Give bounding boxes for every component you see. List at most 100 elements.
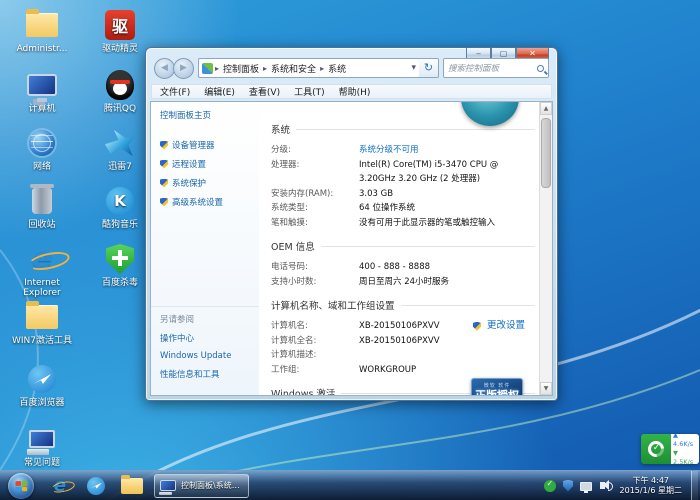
- genuine-windows-badge: 微软 软件 正版授权 安全 放心 可靠: [471, 378, 523, 395]
- refresh-button[interactable]: ↻: [419, 58, 439, 78]
- menu-help[interactable]: 帮助(H): [339, 85, 371, 98]
- desktop-icon-network[interactable]: 网络: [8, 126, 76, 172]
- info-row: 计算机描述:: [271, 348, 535, 363]
- sidebar-item-action-center[interactable]: 操作中心: [160, 332, 259, 344]
- desktop-icon-kugou[interactable]: K 酷狗音乐: [86, 184, 154, 230]
- desktop-icon-win7-activator[interactable]: WIN7激活工具: [8, 300, 76, 346]
- menu-tools[interactable]: 工具(T): [294, 85, 325, 98]
- sidebar-item-control-panel-home[interactable]: 控制面板主页: [160, 109, 259, 121]
- uac-shield-icon: [160, 160, 168, 169]
- forward-button[interactable]: ▶: [173, 58, 194, 79]
- taskbar-explorer-button[interactable]: [117, 473, 147, 499]
- desktop-icon-qq[interactable]: 腾讯QQ: [86, 68, 154, 114]
- sidebar-item-system-protection[interactable]: 系统保护: [160, 177, 259, 189]
- start-button[interactable]: [8, 473, 34, 499]
- folder-icon: [25, 300, 59, 334]
- show-desktop-button[interactable]: [691, 471, 698, 500]
- windows-flag-icon: [15, 480, 27, 491]
- rating-link[interactable]: 系统分级不可用: [359, 143, 419, 158]
- search-icon: [537, 65, 544, 72]
- search-placeholder: 搜索控制面板: [448, 62, 499, 74]
- info-row: 计算机全名:XB-20150106PXVV: [271, 334, 535, 349]
- taskbar-ie-button[interactable]: e: [45, 473, 75, 499]
- antivirus-shield-icon: [103, 242, 137, 276]
- section-title: 系统: [271, 122, 290, 136]
- desktop-icon-xunlei[interactable]: 迅雷7: [86, 126, 154, 172]
- search-input[interactable]: 搜索控制面板: [443, 58, 549, 78]
- desktop-icon-administrator[interactable]: Administr...: [8, 8, 76, 54]
- section-oem: OEM 信息 电话号码:400 - 888 - 8888 支持小时数:周日至周六…: [271, 239, 535, 289]
- upload-speed: 4.6K/s: [673, 440, 693, 448]
- info-row: 电话号码:400 - 888 - 8888: [271, 260, 535, 275]
- desktop-icon-baidu-browser[interactable]: 百度浏览器: [8, 362, 76, 408]
- clock-date: 2015/1/6 星期二: [620, 486, 682, 496]
- breadcrumb-system-security[interactable]: 系统和安全: [269, 62, 318, 75]
- uac-shield-icon: [160, 179, 168, 188]
- sidebar: 控制面板主页 设备管理器 远程设置 系统保护 高级系统设置 另请参阅 操作中心 …: [151, 102, 259, 395]
- taskbar-active-window-button[interactable]: 控制面板\系统和...: [154, 474, 249, 498]
- menu-view[interactable]: 查看(V): [249, 85, 280, 98]
- taskbar-clock[interactable]: 下午 4:47 2015/1/6 星期二: [616, 476, 686, 496]
- info-row: 处理器:Intel(R) Core(TM) i5-3470 CPU @ 3.20…: [271, 158, 535, 187]
- window-client-area: 控制面板主页 设备管理器 远程设置 系统保护 高级系统设置 另请参阅 操作中心 …: [150, 101, 553, 396]
- menu-file[interactable]: 文件(F): [160, 85, 190, 98]
- computer-icon: [25, 68, 59, 102]
- desktop-icon-baidu-antivirus[interactable]: 百度杀毒: [86, 242, 154, 288]
- desktop-icon-computer[interactable]: 计算机: [8, 68, 76, 114]
- tray-security-icon[interactable]: [544, 479, 557, 492]
- desktop-icon-internet-explorer[interactable]: e Internet Explorer: [8, 242, 76, 298]
- info-row: 系统类型:64 位操作系统: [271, 201, 535, 216]
- tray-volume-icon[interactable]: [598, 479, 611, 492]
- control-panel-icon: [202, 63, 213, 74]
- scroll-down-icon[interactable]: ▼: [540, 382, 552, 395]
- desktop-icon-recycle-bin[interactable]: 回收站: [8, 184, 76, 230]
- clock-time: 下午 4:47: [620, 476, 682, 486]
- section-title: OEM 信息: [271, 239, 315, 253]
- menu-edit[interactable]: 编辑(E): [204, 85, 235, 98]
- desktop-icon-driver-genius[interactable]: 驱 驱动精灵: [86, 8, 154, 54]
- breadcrumb-control-panel[interactable]: 控制面板: [221, 62, 261, 75]
- info-row: 分级:系统分级不可用: [271, 143, 535, 158]
- system-window: ‒ ▢ ✕ ◀ ▶ ▸ 控制面板 ▸ 系统和安全 ▸ 系统 ▾ ↻ 搜索控制面板…: [145, 47, 558, 401]
- info-row: 计算机名: XB-20150106PXVV 更改设置: [271, 319, 535, 334]
- browser-icon: [25, 362, 59, 396]
- download-speed: 2.5K/s: [673, 458, 693, 464]
- qq-penguin-icon: [103, 68, 137, 102]
- sidebar-item-advanced-settings[interactable]: 高级系统设置: [160, 196, 259, 208]
- system-tray: 下午 4:47 2015/1/6 星期二: [544, 471, 700, 500]
- tray-network-icon[interactable]: [580, 479, 593, 492]
- scroll-up-icon[interactable]: ▲: [540, 102, 552, 115]
- address-bar[interactable]: ▸ 控制面板 ▸ 系统和安全 ▸ 系统 ▾: [198, 58, 420, 78]
- faq-computer-icon: [25, 422, 59, 456]
- vertical-scrollbar[interactable]: ▲ ▼: [539, 102, 552, 395]
- icon-label: Administr...: [8, 44, 76, 54]
- ie-icon: e: [54, 477, 66, 495]
- section-activation: Windows 激活 Windows 已激活 产品 ID: 00426-OEM-…: [271, 386, 535, 395]
- scrollbar-thumb[interactable]: [541, 118, 551, 188]
- uac-shield-icon: [473, 322, 481, 331]
- info-row: 安装内存(RAM):3.03 GB: [271, 187, 535, 202]
- back-button[interactable]: ◀: [154, 58, 175, 79]
- sidebar-item-windows-update[interactable]: Windows Update: [160, 351, 259, 361]
- menu-bar: 文件(F) 编辑(E) 查看(V) 工具(T) 帮助(H): [151, 84, 552, 99]
- change-settings-link[interactable]: 更改设置: [473, 319, 525, 334]
- address-dropdown-icon[interactable]: ▾: [411, 63, 416, 73]
- system-content: 系统 分级:系统分级不可用 处理器:Intel(R) Core(TM) i5-3…: [259, 102, 539, 395]
- kugou-icon: K: [103, 184, 137, 218]
- desktop-icon-faq[interactable]: 常见问题: [8, 422, 76, 468]
- info-row: 工作组:WORKGROUP: [271, 363, 535, 378]
- sidebar-item-device-manager[interactable]: 设备管理器: [160, 139, 259, 151]
- net-speed-widget[interactable]: ▲ 4.6K/s ▼ 2.5K/s: [641, 434, 699, 464]
- user-folder-icon: [25, 8, 59, 42]
- uac-shield-icon: [160, 141, 168, 150]
- navigation-bar: ◀ ▶ ▸ 控制面板 ▸ 系统和安全 ▸ 系统 ▾ ↻ 搜索控制面板: [150, 54, 553, 82]
- breadcrumb-system[interactable]: 系统: [326, 62, 348, 75]
- sidebar-item-performance-tools[interactable]: 性能信息和工具: [160, 368, 259, 380]
- section-system: 系统 分级:系统分级不可用 处理器:Intel(R) Core(TM) i5-3…: [271, 122, 535, 230]
- taskbar-browser-button[interactable]: [81, 473, 111, 499]
- section-computer-name: 计算机名称、域和工作组设置 计算机名: XB-20150106PXVV 更改设置…: [271, 298, 535, 377]
- info-row: 笔和触摸:没有可用于此显示器的笔或触控输入: [271, 216, 535, 231]
- tray-shield-icon[interactable]: [562, 479, 575, 492]
- sidebar-item-remote-settings[interactable]: 远程设置: [160, 158, 259, 170]
- recycle-bin-icon: [25, 184, 59, 218]
